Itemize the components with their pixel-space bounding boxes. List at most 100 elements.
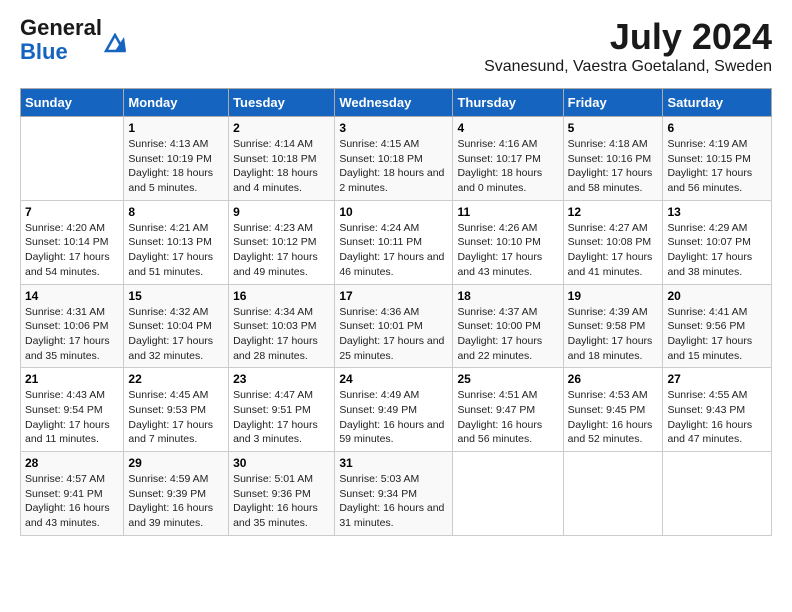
day-number: 10: [339, 205, 448, 219]
logo-general: General: [20, 15, 102, 40]
day-info: Sunrise: 4:57 AMSunset: 9:41 PMDaylight:…: [25, 472, 119, 531]
day-info: Sunrise: 5:01 AMSunset: 9:36 PMDaylight:…: [233, 472, 330, 531]
day-info: Sunrise: 4:51 AMSunset: 9:47 PMDaylight:…: [457, 388, 558, 447]
day-info: Sunrise: 4:43 AMSunset: 9:54 PMDaylight:…: [25, 388, 119, 447]
day-cell: [453, 452, 563, 536]
header-cell-thursday: Thursday: [453, 89, 563, 117]
day-cell: 19Sunrise: 4:39 AMSunset: 9:58 PMDayligh…: [563, 284, 663, 368]
day-info: Sunrise: 4:34 AMSunset: 10:03 PMDaylight…: [233, 305, 330, 364]
day-cell: 7Sunrise: 4:20 AMSunset: 10:14 PMDayligh…: [21, 200, 124, 284]
day-info: Sunrise: 4:19 AMSunset: 10:15 PMDaylight…: [667, 137, 767, 196]
day-cell: 28 Sunrise: 4:57 AMSunset: 9:41 PMDayligh…: [21, 452, 124, 536]
day-number: 8: [128, 205, 224, 219]
day-cell: 6 Sunrise: 4:19 AMSunset: 10:15 PMDayligh…: [663, 117, 772, 201]
day-number: 3: [339, 121, 448, 135]
day-number: 28: [25, 456, 119, 470]
day-cell: 3Sunrise: 4:15 AMSunset: 10:18 PMDayligh…: [335, 117, 453, 201]
day-info: Sunrise: 4:37 AMSunset: 10:00 PMDaylight…: [457, 305, 558, 364]
day-info: Sunrise: 4:47 AMSunset: 9:51 PMDaylight:…: [233, 388, 330, 447]
day-info: Sunrise: 4:31 AMSunset: 10:06 PMDaylight…: [25, 305, 119, 364]
header-cell-friday: Friday: [563, 89, 663, 117]
title-block: July 2024 Svanesund, Vaestra Goetaland, …: [484, 16, 772, 76]
day-cell: 8 Sunrise: 4:21 AMSunset: 10:13 PMDayligh…: [124, 200, 229, 284]
logo-text: General Blue: [20, 16, 102, 64]
day-info: Sunrise: 4:32 AMSunset: 10:04 PMDaylight…: [128, 305, 224, 364]
day-info: Sunrise: 4:14 AMSunset: 10:18 PMDaylight…: [233, 137, 330, 196]
day-number: 17: [339, 289, 448, 303]
day-info: Sunrise: 4:36 AMSunset: 10:01 PMDaylight…: [339, 305, 448, 364]
day-cell: [21, 117, 124, 201]
day-number: 27: [667, 372, 767, 386]
day-info: Sunrise: 4:23 AMSunset: 10:12 PMDaylight…: [233, 221, 330, 280]
day-info: Sunrise: 4:27 AMSunset: 10:08 PMDaylight…: [568, 221, 659, 280]
day-cell: 30 Sunrise: 5:01 AMSunset: 9:36 PMDayligh…: [229, 452, 335, 536]
calendar-table: SundayMondayTuesdayWednesdayThursdayFrid…: [20, 88, 772, 536]
day-info: Sunrise: 4:20 AMSunset: 10:14 PMDaylight…: [25, 221, 119, 280]
header-cell-saturday: Saturday: [663, 89, 772, 117]
day-cell: 31 Sunrise: 5:03 AMSunset: 9:34 PMDayligh…: [335, 452, 453, 536]
day-number: 14: [25, 289, 119, 303]
calendar-header: SundayMondayTuesdayWednesdayThursdayFrid…: [21, 89, 772, 117]
header-cell-sunday: Sunday: [21, 89, 124, 117]
day-number: 26: [568, 372, 659, 386]
logo-blue: Blue: [20, 39, 68, 64]
day-number: 30: [233, 456, 330, 470]
day-info: Sunrise: 4:24 AMSunset: 10:11 PMDaylight…: [339, 221, 448, 280]
day-cell: 1Sunrise: 4:13 AMSunset: 10:19 PMDayligh…: [124, 117, 229, 201]
day-number: 13: [667, 205, 767, 219]
day-info: Sunrise: 5:03 AMSunset: 9:34 PMDaylight:…: [339, 472, 448, 531]
day-info: Sunrise: 4:16 AMSunset: 10:17 PMDaylight…: [457, 137, 558, 196]
day-number: 11: [457, 205, 558, 219]
header-cell-monday: Monday: [124, 89, 229, 117]
day-cell: 15 Sunrise: 4:32 AMSunset: 10:04 PMDaylig…: [124, 284, 229, 368]
header-row: SundayMondayTuesdayWednesdayThursdayFrid…: [21, 89, 772, 117]
calendar-body: 1Sunrise: 4:13 AMSunset: 10:19 PMDayligh…: [21, 117, 772, 536]
day-cell: 24Sunrise: 4:49 AMSunset: 9:49 PMDayligh…: [335, 368, 453, 452]
day-cell: 11 Sunrise: 4:26 AMSunset: 10:10 PMDaylig…: [453, 200, 563, 284]
week-row-1: 1Sunrise: 4:13 AMSunset: 10:19 PMDayligh…: [21, 117, 772, 201]
day-number: 31: [339, 456, 448, 470]
week-row-5: 28 Sunrise: 4:57 AMSunset: 9:41 PMDayligh…: [21, 452, 772, 536]
day-info: Sunrise: 4:49 AMSunset: 9:49 PMDaylight:…: [339, 388, 448, 447]
day-cell: 27Sunrise: 4:55 AMSunset: 9:43 PMDayligh…: [663, 368, 772, 452]
day-number: 16: [233, 289, 330, 303]
week-row-4: 21 Sunrise: 4:43 AMSunset: 9:54 PMDayligh…: [21, 368, 772, 452]
day-number: 1: [128, 121, 224, 135]
day-info: Sunrise: 4:59 AMSunset: 9:39 PMDaylight:…: [128, 472, 224, 531]
day-cell: 2 Sunrise: 4:14 AMSunset: 10:18 PMDayligh…: [229, 117, 335, 201]
day-cell: 21 Sunrise: 4:43 AMSunset: 9:54 PMDayligh…: [21, 368, 124, 452]
day-cell: 10 Sunrise: 4:24 AMSunset: 10:11 PMDaylig…: [335, 200, 453, 284]
week-row-2: 7Sunrise: 4:20 AMSunset: 10:14 PMDayligh…: [21, 200, 772, 284]
page-header: General Blue July 2024 Svanesund, Vaestr…: [20, 16, 772, 76]
day-number: 6: [667, 121, 767, 135]
logo-icon: [104, 33, 126, 60]
location-subtitle: Svanesund, Vaestra Goetaland, Sweden: [484, 58, 772, 76]
day-info: Sunrise: 4:21 AMSunset: 10:13 PMDaylight…: [128, 221, 224, 280]
day-info: Sunrise: 4:18 AMSunset: 10:16 PMDaylight…: [568, 137, 659, 196]
header-cell-tuesday: Tuesday: [229, 89, 335, 117]
day-cell: [563, 452, 663, 536]
day-cell: 20 Sunrise: 4:41 AMSunset: 9:56 PMDayligh…: [663, 284, 772, 368]
day-cell: 5 Sunrise: 4:18 AMSunset: 10:16 PMDayligh…: [563, 117, 663, 201]
day-cell: 12 Sunrise: 4:27 AMSunset: 10:08 PMDaylig…: [563, 200, 663, 284]
day-number: 20: [667, 289, 767, 303]
day-number: 21: [25, 372, 119, 386]
day-number: 2: [233, 121, 330, 135]
day-info: Sunrise: 4:39 AMSunset: 9:58 PMDaylight:…: [568, 305, 659, 364]
day-cell: 16 Sunrise: 4:34 AMSunset: 10:03 PMDaylig…: [229, 284, 335, 368]
day-number: 9: [233, 205, 330, 219]
day-info: Sunrise: 4:41 AMSunset: 9:56 PMDaylight:…: [667, 305, 767, 364]
day-cell: 9 Sunrise: 4:23 AMSunset: 10:12 PMDayligh…: [229, 200, 335, 284]
month-year-title: July 2024: [484, 16, 772, 58]
day-cell: 25Sunrise: 4:51 AMSunset: 9:47 PMDayligh…: [453, 368, 563, 452]
day-number: 15: [128, 289, 224, 303]
day-cell: 17 Sunrise: 4:36 AMSunset: 10:01 PMDaylig…: [335, 284, 453, 368]
day-number: 22: [128, 372, 224, 386]
day-number: 5: [568, 121, 659, 135]
day-info: Sunrise: 4:26 AMSunset: 10:10 PMDaylight…: [457, 221, 558, 280]
day-info: Sunrise: 4:45 AMSunset: 9:53 PMDaylight:…: [128, 388, 224, 447]
day-cell: 22 Sunrise: 4:45 AMSunset: 9:53 PMDayligh…: [124, 368, 229, 452]
day-cell: 18Sunrise: 4:37 AMSunset: 10:00 PMDaylig…: [453, 284, 563, 368]
day-number: 12: [568, 205, 659, 219]
day-number: 4: [457, 121, 558, 135]
